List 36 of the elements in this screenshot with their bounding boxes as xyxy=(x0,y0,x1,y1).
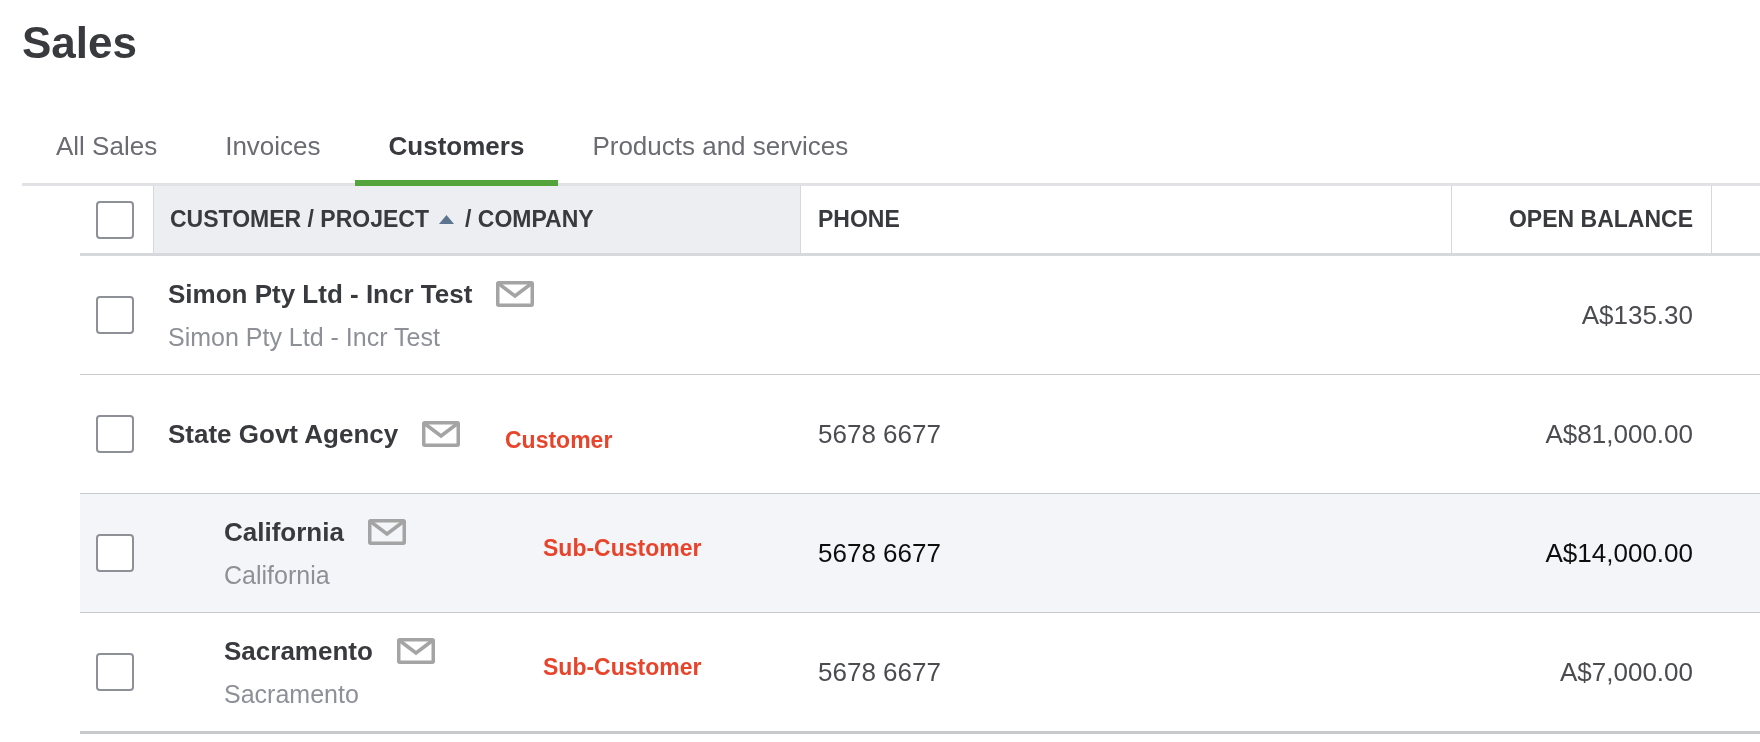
customer-name: Sacramento xyxy=(224,634,373,667)
row-checkbox[interactable] xyxy=(96,296,134,334)
row-checkbox[interactable] xyxy=(96,653,134,691)
envelope-icon[interactable] xyxy=(422,421,461,447)
table-row[interactable]: Simon Pty Ltd - Incr Test Simon Pty Ltd - Incr Test A$135.30 xyxy=(80,256,1760,374)
tab[interactable]: Products and services xyxy=(558,121,883,186)
column-header[interactable]: PHONE xyxy=(800,186,1451,253)
phone-number: 5678 6677 xyxy=(818,418,941,450)
company-name: California xyxy=(224,559,330,591)
row-checkbox[interactable] xyxy=(96,415,134,453)
row-checkbox[interactable] xyxy=(96,534,134,572)
envelope-icon[interactable] xyxy=(367,518,406,545)
page-title: Sales xyxy=(22,17,137,69)
open-balance: A$7,000.00 xyxy=(1560,656,1693,688)
open-balance: A$81,000.00 xyxy=(1545,418,1693,450)
envelope-icon[interactable] xyxy=(396,637,435,664)
open-balance: A$14,000.00 xyxy=(1545,537,1693,569)
tab[interactable]: All Sales xyxy=(22,121,192,186)
tab[interactable]: Invoices xyxy=(191,121,355,186)
company-name: Sacramento xyxy=(224,678,359,710)
select-all-checkbox[interactable] xyxy=(96,200,134,239)
customer-name: California xyxy=(224,515,344,548)
open-balance: A$135.30 xyxy=(1581,299,1693,331)
phone-number: 5678 6677 xyxy=(818,537,941,569)
table-row[interactable]: California California Sub-Customer 5678 6677 A$14,000.00 xyxy=(80,493,1760,612)
annotation-label: Sub-Customer xyxy=(543,535,702,562)
phone-number: 5678 6677 xyxy=(818,656,941,688)
annotation-label: Customer xyxy=(505,426,613,454)
customer-name: Simon Pty Ltd - Incr Test xyxy=(168,277,473,310)
envelope-icon[interactable] xyxy=(496,280,535,307)
company-name: Simon Pty Ltd - Incr Test xyxy=(168,321,440,353)
annotation-label: Sub-Customer xyxy=(543,654,702,681)
customer-name: State Govt Agency xyxy=(168,418,399,450)
column-header[interactable]: OPEN BALANCE xyxy=(1451,186,1711,253)
table-row[interactable]: Sacramento Sacramento Sub-Customer 5678 6677 A$7,000.00 xyxy=(80,612,1760,731)
column-header[interactable]: CUSTOMER / PROJECT / COMPANY xyxy=(153,186,800,253)
